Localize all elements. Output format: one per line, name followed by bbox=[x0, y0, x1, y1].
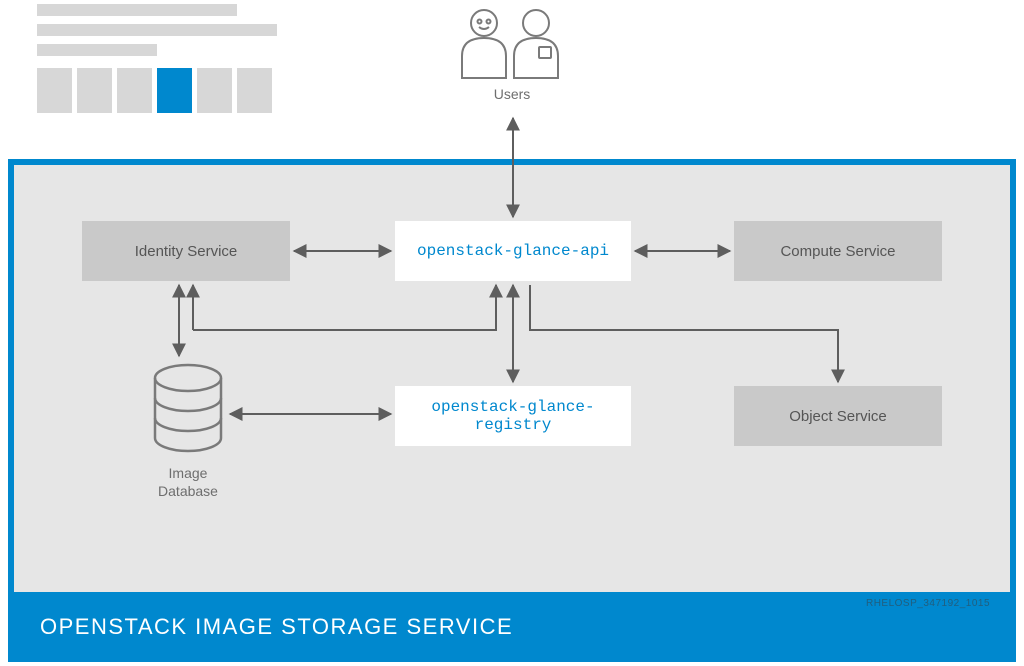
node-glance-registry: openstack-glance-registry bbox=[395, 386, 631, 446]
footer-title: OPENSTACK IMAGE STORAGE SERVICE bbox=[40, 614, 513, 640]
users-label: Users bbox=[446, 86, 578, 104]
image-database-icon bbox=[143, 360, 233, 465]
nav-thumbnail-active bbox=[157, 68, 192, 113]
image-database-label: Image Database bbox=[123, 465, 253, 500]
node-glance-api: openstack-glance-api bbox=[395, 221, 631, 281]
users-icon bbox=[446, 6, 578, 81]
node-object-service: Object Service bbox=[734, 386, 942, 446]
node-compute-service: Compute Service bbox=[734, 221, 942, 281]
node-identity-service: Identity Service bbox=[82, 221, 290, 281]
footer-bar: OPENSTACK IMAGE STORAGE SERVICE RHELOSP_… bbox=[8, 592, 1016, 662]
nav-thumbnail bbox=[37, 4, 277, 116]
footer-tag: RHELOSP_347192_1015 bbox=[866, 598, 990, 609]
